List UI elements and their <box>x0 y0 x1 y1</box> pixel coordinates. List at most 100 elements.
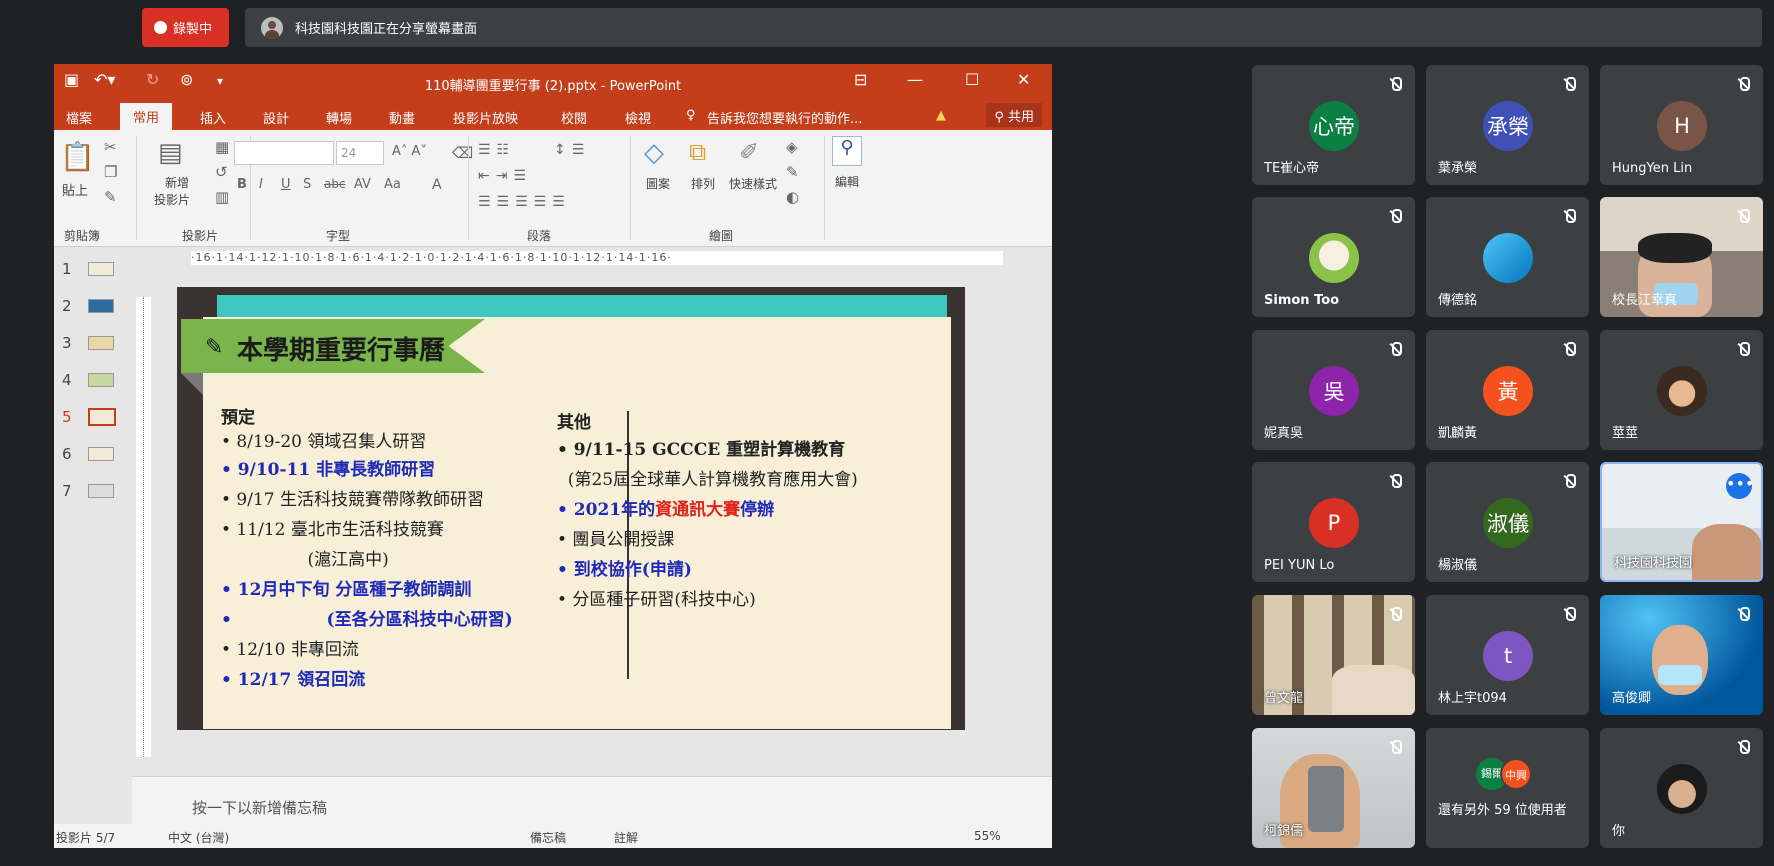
font-color-icon[interactable]: A <box>432 177 442 193</box>
language[interactable]: 中文 (台灣) <box>168 829 229 846</box>
minimize-icon[interactable]: — <box>907 70 923 89</box>
zoom-level[interactable]: 55% <box>974 829 1001 843</box>
thumb-1[interactable]: 1 <box>62 260 114 278</box>
shape-effects-icon[interactable]: ◐ <box>786 188 799 206</box>
tab-design[interactable]: 設計 <box>263 108 289 127</box>
participant-tile[interactable]: H HungYen Lin <box>1600 65 1763 185</box>
quick-styles-label[interactable]: 快速樣式 <box>729 175 777 192</box>
shadow-icon[interactable]: S <box>303 177 311 192</box>
participant-tile[interactable]: 黃凱麟黃 <box>1426 330 1589 450</box>
paste-icon[interactable]: 📋 <box>60 140 95 173</box>
notes-toggle[interactable]: 備忘稿 <box>530 829 566 846</box>
ribbon-display-icon[interactable]: ⊟ <box>854 70 867 89</box>
clear-format-icon[interactable]: ⌫ <box>452 144 473 162</box>
mask <box>1658 665 1702 685</box>
shapes-icon[interactable]: ◇ <box>644 138 664 168</box>
avatar: 心帝 <box>1309 101 1359 151</box>
self-tile[interactable]: 你 <box>1600 728 1763 848</box>
thumb-4[interactable]: 4 <box>62 371 114 389</box>
slide-title-banner: ✎ 本學期重要行事曆 <box>181 319 485 373</box>
vertical-ruler <box>136 297 151 757</box>
recording-indicator[interactable]: 錄製中 <box>142 8 229 47</box>
thumb-7[interactable]: 7 <box>62 482 114 500</box>
participant-tile[interactable]: Simon Too <box>1252 197 1415 317</box>
participant-tile-video[interactable]: 柯錦儒 <box>1252 728 1415 848</box>
participant-tile[interactable]: t 林上宇t094 <box>1426 595 1589 715</box>
font-size-box[interactable]: 24 <box>336 141 384 165</box>
paste-label[interactable]: 貼上 <box>62 180 88 199</box>
thumb-5-selected[interactable]: 5 <box>62 408 116 426</box>
italic-icon[interactable]: I <box>259 177 263 192</box>
line-spacing-icon[interactable]: ↕☰ <box>554 142 590 158</box>
section-icon[interactable]: ▥ <box>215 188 229 206</box>
avatar: 黃 <box>1483 366 1533 416</box>
thumb-3[interactable]: 3 <box>62 334 114 352</box>
tab-view[interactable]: 檢視 <box>625 108 651 127</box>
new-slide-label-1[interactable]: 新增 <box>165 174 189 191</box>
participant-tile[interactable]: 承榮 葉承榮 <box>1426 65 1589 185</box>
thumb-6[interactable]: 6 <box>62 445 114 463</box>
quick-styles-icon[interactable]: ✐ <box>739 138 759 166</box>
tab-home[interactable]: 常用 <box>120 103 173 130</box>
shapes-label[interactable]: 圖案 <box>646 175 670 192</box>
slide-canvas[interactable]: 預定 • 8/19-20 領域召集人研習 • 9/10-11 非專長教師研習 •… <box>177 287 965 730</box>
right-item-2a: • 2021年的 <box>557 500 656 520</box>
close-icon[interactable]: ✕ <box>1017 70 1030 89</box>
slide-paper: 預定 • 8/19-20 領域召集人研習 • 9/10-11 非專長教師研習 •… <box>203 317 951 729</box>
drawing-group-label: 繪圖 <box>709 229 734 243</box>
new-slide-label-2[interactable]: 投影片 <box>154 191 190 208</box>
participant-name: 校長江幸真 <box>1612 293 1678 308</box>
participant-tile-video[interactable]: 高俊卿 <box>1600 595 1763 715</box>
more-options-icon[interactable]: ••• <box>1726 473 1754 499</box>
format-painter-icon[interactable]: ✎ <box>104 188 117 206</box>
shape-outline-icon[interactable]: ✎ <box>786 163 799 181</box>
find-icon[interactable]: ⚲ <box>832 136 862 166</box>
participant-tile[interactable]: 吳妮真吳 <box>1252 330 1415 450</box>
participant-tile[interactable]: 心帝 TE崔心帝 <box>1252 65 1415 185</box>
share-button[interactable]: ⚲ 共用 <box>986 103 1042 127</box>
maximize-icon[interactable]: ☐ <box>965 70 979 89</box>
strikethrough-icon[interactable]: abc <box>324 177 346 191</box>
comments-toggle[interactable]: 註解 <box>614 829 638 846</box>
participant-name: 你 <box>1612 824 1626 839</box>
spacing-icon[interactable]: AV <box>354 177 371 192</box>
editing-label[interactable]: 編輯 <box>835 173 859 190</box>
arrange-icon[interactable]: ⧉ <box>689 138 706 166</box>
others-tile[interactable]: 錫爾 中興 還有另外 59 位使用者 <box>1426 728 1589 848</box>
indent-icon[interactable]: ⇤⇥☰ <box>478 168 532 184</box>
shape-fill-icon[interactable]: ◈ <box>786 138 798 156</box>
notes-pane[interactable]: 按一下以新增備忘稿 <box>132 776 1052 824</box>
tab-insert[interactable]: 插入 <box>200 108 226 127</box>
tab-review[interactable]: 校閱 <box>561 108 587 127</box>
thumb-2[interactable]: 2 <box>62 297 114 315</box>
bold-icon[interactable]: B <box>237 177 247 192</box>
new-slide-icon[interactable]: ▤ <box>158 138 183 168</box>
change-case-icon[interactable]: Aa <box>384 177 401 192</box>
tab-slideshow[interactable]: 投影片放映 <box>453 108 518 127</box>
font-name-box[interactable] <box>234 141 334 165</box>
grow-font-icon[interactable]: A˄ A˅ <box>392 144 427 159</box>
tab-transitions[interactable]: 轉場 <box>326 108 352 127</box>
participant-tile-video[interactable]: 曾文龍 <box>1252 595 1415 715</box>
participant-tile[interactable]: 莖莖 <box>1600 330 1763 450</box>
copy-icon[interactable]: ❐ <box>104 163 117 181</box>
tab-animations[interactable]: 動畫 <box>389 108 415 127</box>
tell-me-box[interactable]: 告訴我您想要執行的動作... <box>707 108 862 127</box>
participant-tile-video[interactable]: 校長江幸真 <box>1600 197 1763 317</box>
participant-tile-presenter[interactable]: ••• 科技園科技園 <box>1600 462 1763 582</box>
participant-tile[interactable]: 傳德銘 <box>1426 197 1589 317</box>
avatar-photo <box>1309 233 1359 283</box>
participant-tile[interactable]: P PEI YUN Lo <box>1252 462 1415 582</box>
align-icon[interactable]: ☰☰☰☰☰ <box>478 194 571 210</box>
warning-icon[interactable]: ▲ <box>936 108 946 123</box>
thumb-image <box>88 408 116 426</box>
arrange-label[interactable]: 排列 <box>691 175 715 192</box>
underline-icon[interactable]: U <box>281 177 291 192</box>
left-item-8: • 12/10 非專回流 <box>221 640 359 660</box>
tab-file[interactable]: 檔案 <box>66 108 92 127</box>
layout-icon[interactable]: ▦ <box>215 138 229 156</box>
participant-tile[interactable]: 淑儀 楊淑儀 <box>1426 462 1589 582</box>
cut-icon[interactable]: ✂ <box>104 138 117 156</box>
reset-icon[interactable]: ↺ <box>215 163 228 181</box>
bullets-icon[interactable]: ☰☷ <box>478 142 515 158</box>
